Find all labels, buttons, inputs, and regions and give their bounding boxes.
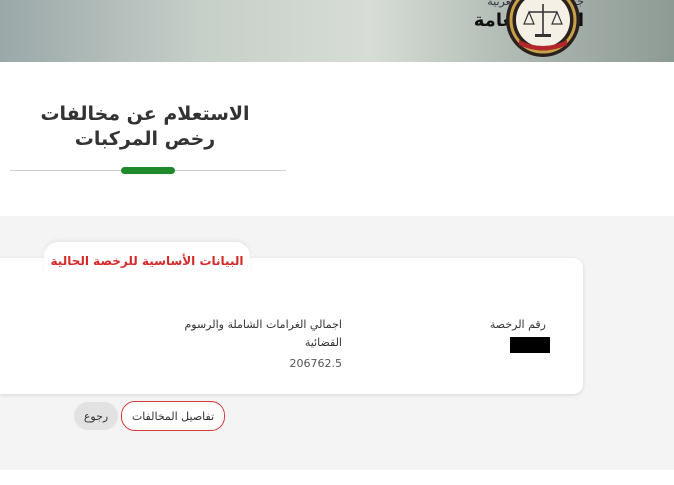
license-number-redacted — [510, 337, 550, 353]
back-button[interactable]: رجوع — [74, 402, 118, 430]
site-header: جمهورية مصر العربية النيابة العامة — [0, 0, 674, 62]
page-title: الاستعلام عن مخالفات رخص المركبات — [40, 103, 250, 150]
card-tab-title: البيانات الأساسية للرخصة الحالية — [50, 254, 244, 268]
license-number-label: رقم الرخصة — [489, 318, 546, 331]
violation-details-button[interactable]: تفاصيل المخالفات — [121, 401, 225, 431]
total-fines-label: اجمالي الغرامات الشاملة والرسوم القضائية — [184, 318, 342, 349]
title-accent-bar — [121, 167, 175, 174]
prosecution-logo-icon — [506, 0, 580, 57]
total-fines-value: 206762.5 — [289, 357, 343, 370]
card-tab: البيانات الأساسية للرخصة الحالية — [44, 242, 250, 276]
